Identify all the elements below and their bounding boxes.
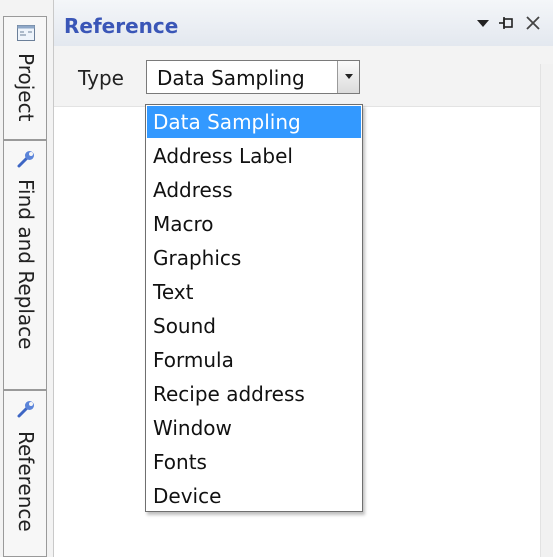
panel-scrollbar[interactable] [540, 64, 553, 557]
type-toolbar: Type Data Sampling [54, 46, 553, 107]
dropdown-option-fonts[interactable]: Fonts [147, 446, 361, 478]
dropdown-option-data-sampling[interactable]: Data Sampling [147, 106, 361, 138]
app-root: Project Find and Replace Reference Refer… [0, 0, 553, 557]
chevron-down-icon [345, 74, 353, 79]
dropdown-option-text[interactable]: Text [147, 276, 361, 308]
pin-icon[interactable] [498, 14, 516, 32]
dropdown-option-device[interactable]: Device [147, 480, 361, 512]
panel-title: Reference [64, 14, 179, 38]
dropdown-option-address[interactable]: Address [147, 174, 361, 206]
side-tab-find-and-replace[interactable]: Find and Replace [3, 140, 47, 390]
dropdown-option-address-label[interactable]: Address Label [147, 140, 361, 172]
side-tab-project[interactable]: Project [3, 16, 47, 140]
close-icon[interactable] [524, 14, 542, 32]
wrench-icon [17, 151, 34, 168]
project-icon [17, 25, 35, 41]
side-tab-reference[interactable]: Reference [3, 390, 47, 557]
dropdown-option-formula[interactable]: Formula [147, 344, 361, 376]
type-dropdown-list: Data Sampling Address Label Address Macr… [145, 104, 363, 512]
dropdown-option-sound[interactable]: Sound [147, 310, 361, 342]
type-select-value: Data Sampling [157, 66, 305, 90]
side-tab-find-and-replace-label: Find and Replace [14, 179, 38, 350]
dropdown-option-window[interactable]: Window [147, 412, 361, 444]
reference-panel: Reference Type Data Sampling Data Sampli… [54, 0, 553, 557]
side-tab-strip: Project Find and Replace Reference [0, 0, 54, 557]
dropdown-option-graphics[interactable]: Graphics [147, 242, 361, 274]
type-select[interactable]: Data Sampling [146, 60, 360, 94]
dropdown-option-macro[interactable]: Macro [147, 208, 361, 240]
dropdown-option-recipe-address[interactable]: Recipe address [147, 378, 361, 410]
dropdown-arrow-icon[interactable] [474, 14, 492, 32]
panel-title-bar: Reference [54, 0, 553, 46]
wrench-icon [17, 401, 34, 418]
side-tab-reference-label: Reference [14, 431, 38, 532]
type-select-button[interactable] [337, 61, 359, 93]
type-label: Type [78, 66, 124, 90]
side-tab-project-label: Project [14, 53, 38, 122]
